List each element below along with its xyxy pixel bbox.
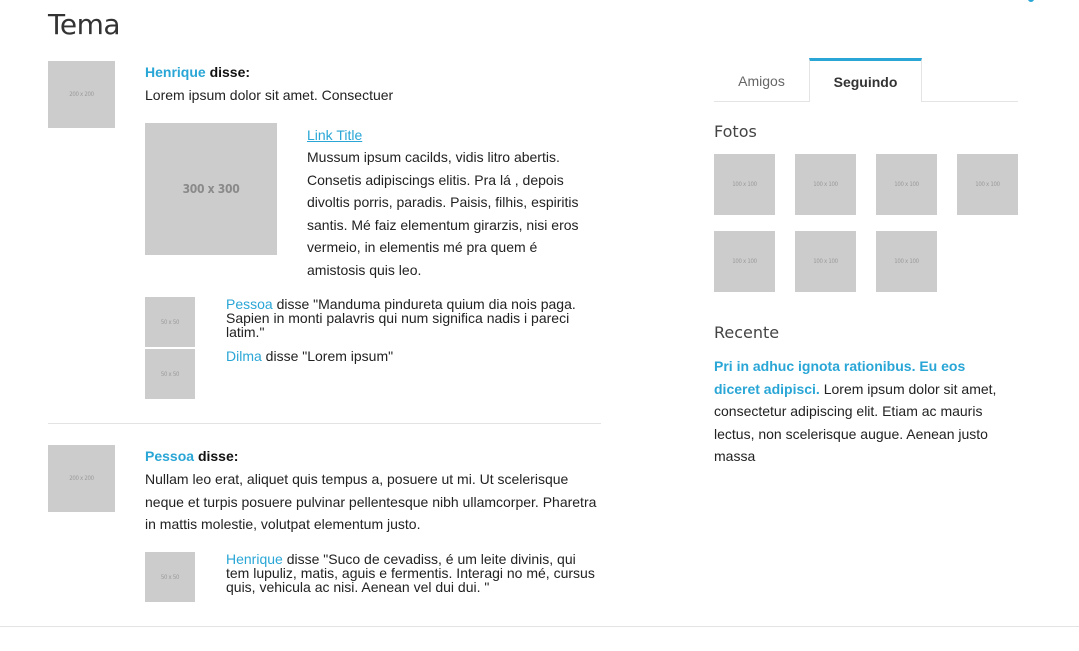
tab-seguindo[interactable]: Seguindo bbox=[809, 58, 922, 102]
media-link-title[interactable]: Link Title bbox=[307, 127, 362, 143]
avatar: 200 x 200 bbox=[48, 61, 115, 128]
author-link[interactable]: Henrique bbox=[145, 64, 206, 80]
reply-avatar: 50 x 50 bbox=[145, 552, 195, 602]
reply-text: Dilma disse "Lorem ipsum" bbox=[226, 349, 596, 363]
media-image: 300 x 300 bbox=[145, 123, 277, 255]
avatar: 200 x 200 bbox=[48, 445, 115, 512]
comment-header: Pessoa disse: bbox=[145, 448, 238, 464]
photo-thumbnail[interactable]: 100 x 100 bbox=[957, 154, 1018, 215]
said-label: disse: bbox=[209, 64, 251, 80]
photos-heading: Fotos bbox=[714, 122, 757, 141]
photo-thumbnail[interactable]: 100 x 100 bbox=[714, 231, 775, 292]
comment-body: Nullam leo erat, aliquet quis tempus a, … bbox=[145, 471, 597, 532]
reply-text: Pessoa disse "Manduma pindureta quium di… bbox=[226, 297, 596, 339]
photo-thumbnail[interactable]: 100 x 100 bbox=[876, 154, 937, 215]
reply-avatar: 50 x 50 bbox=[145, 349, 195, 399]
photo-thumbnail[interactable]: 100 x 100 bbox=[795, 154, 856, 215]
reply-message: disse "Lorem ipsum" bbox=[261, 348, 394, 364]
sidebar-tabs: Amigos Seguindo bbox=[714, 58, 1018, 102]
author-link[interactable]: Pessoa bbox=[145, 448, 194, 464]
top-link-fragment bbox=[1028, 0, 1034, 2]
comment-header: Henrique disse: bbox=[145, 64, 250, 80]
tab-amigos[interactable]: Amigos bbox=[714, 60, 809, 102]
footer-divider bbox=[0, 626, 1079, 627]
reply-avatar: 50 x 50 bbox=[145, 297, 195, 347]
said-label: disse: bbox=[197, 448, 239, 464]
photo-thumbnail[interactable]: 100 x 100 bbox=[714, 154, 775, 215]
comment-body: Lorem ipsum dolor sit amet. Consectuer bbox=[145, 87, 394, 103]
recent-heading: Recente bbox=[714, 323, 780, 342]
page-title: Tema bbox=[48, 8, 121, 41]
reply-message: disse "Manduma pindureta quium dia nois … bbox=[226, 296, 576, 340]
recent-post: Pri in adhuc ignota rationibus. Eu eos d… bbox=[714, 355, 1014, 468]
comment-divider bbox=[48, 423, 601, 424]
media-text: Mussum ipsum cacilds, vidis litro aberti… bbox=[307, 149, 579, 278]
reply-author-link[interactable]: Dilma bbox=[226, 348, 262, 364]
reply-text: Henrique disse "Suco de cevadiss, é um l… bbox=[226, 552, 596, 594]
photo-thumbnail[interactable]: 100 x 100 bbox=[876, 231, 937, 292]
photo-thumbnail[interactable]: 100 x 100 bbox=[795, 231, 856, 292]
